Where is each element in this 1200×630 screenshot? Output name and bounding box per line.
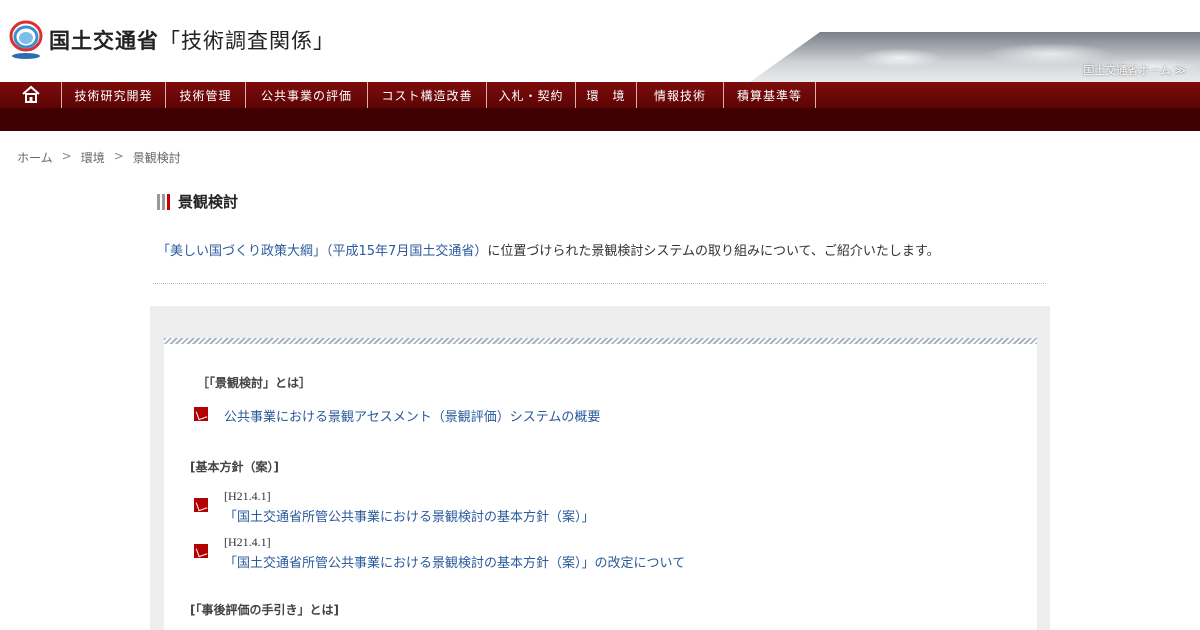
org-name: 国土交通省 [49,29,159,53]
doc-date: [H21.4.1] [224,535,271,549]
mlit-home-link[interactable]: 国土交通省ホーム ≫ [1083,62,1186,78]
nav-environment[interactable]: 環 境 [576,82,637,108]
nav-cost-structure[interactable]: コスト構造改善 [368,82,487,108]
pdf-icon [194,498,208,512]
global-nav: 技術研究開発 技術管理 公共事業の評価 コスト構造改善 入札・契約 環 境 情報… [0,82,1200,108]
mlit-logo-icon [9,20,43,60]
nav-home-button[interactable] [0,82,62,108]
list-item[interactable]: [H21.4.1] 「国土交通省所管公共事業における景観検討の基本方針（案）」 [194,489,595,525]
nav-public-works-evaluation[interactable]: 公共事業の評価 [246,82,368,108]
nav-info-tech[interactable]: 情報技術 [637,82,724,108]
house-icon [21,85,41,106]
doc-link-suffix: の改定について [594,556,686,571]
doc-link-basic-policy-revision[interactable]: 「国土交通省所管公共事業における景観検討の基本方針（案）」 [224,556,595,571]
doc-date: [H21.4.1] [224,489,271,503]
list-item[interactable]: 公共事業における景観アセスメント（景観評価）システムの概要 [194,406,600,425]
nav-tech-research[interactable]: 技術研究開発 [62,82,166,108]
page-title: 景観検討 [178,193,239,211]
content-panel: ［「景観検討」とは］ 公共事業における景観アセスメント（景観評価）システムの概要… [150,306,1050,630]
breadcrumb-home[interactable]: ホーム [17,149,53,166]
section-heading-landscape-review: ［「景観検討」とは］ [197,376,312,390]
site-logo[interactable]: 国土交通省 「技術調査関係」 [9,20,335,60]
title-bars-icon [157,193,170,210]
pdf-icon [194,544,208,558]
policy-outline-link[interactable]: 「美しい国づくり政策大綱」（平成15年7月国土交通省） [157,244,487,259]
section-heading-post-evaluation: [「事後評価の手引き」とは] [190,603,339,617]
breadcrumb: ホーム > 環境 > 景観検討 [17,149,181,166]
intro-text: 「美しい国づくり政策大綱」（平成15年7月国土交通省）に位置づけられた景観検討シ… [157,240,940,259]
dotted-divider [153,283,1046,284]
breadcrumb-current: 景観検討 [132,151,181,165]
site-header: 国土交通省 「技術調査関係」 国土交通省ホーム ≫ [0,0,1200,82]
intro-body: に位置づけられた景観検討システムの取り組みについて、ご紹介いたします。 [487,244,940,259]
list-item[interactable]: [H21.4.1] 「国土交通省所管公共事業における景観検討の基本方針（案）」の… [194,535,685,571]
nav-tech-management[interactable]: 技術管理 [166,82,246,108]
breadcrumb-environment[interactable]: 環境 [81,149,105,166]
doc-link-basic-policy[interactable]: 「国土交通省所管公共事業における景観検討の基本方針（案）」 [224,506,595,525]
breadcrumb-separator: > [61,149,72,163]
section-heading-basic-policy: [基本方針（案）] [190,460,279,474]
section-name: 「技術調査関係」 [159,29,335,53]
breadcrumb-separator: > [113,149,124,163]
nav-estimation-standards[interactable]: 積算基準等 [724,82,816,108]
doc-link-assessment-overview[interactable]: 公共事業における景観アセスメント（景観評価）システムの概要 [224,406,600,425]
pdf-icon [194,407,208,421]
content-panel-inner: ［「景観検討」とは］ 公共事業における景観アセスメント（景観評価）システムの概要… [164,338,1037,630]
sub-nav-bar [0,108,1200,131]
nav-bidding-contract[interactable]: 入札・契約 [487,82,576,108]
panel-stripe [164,338,1037,344]
page-title-block: 景観検討 [157,191,238,212]
